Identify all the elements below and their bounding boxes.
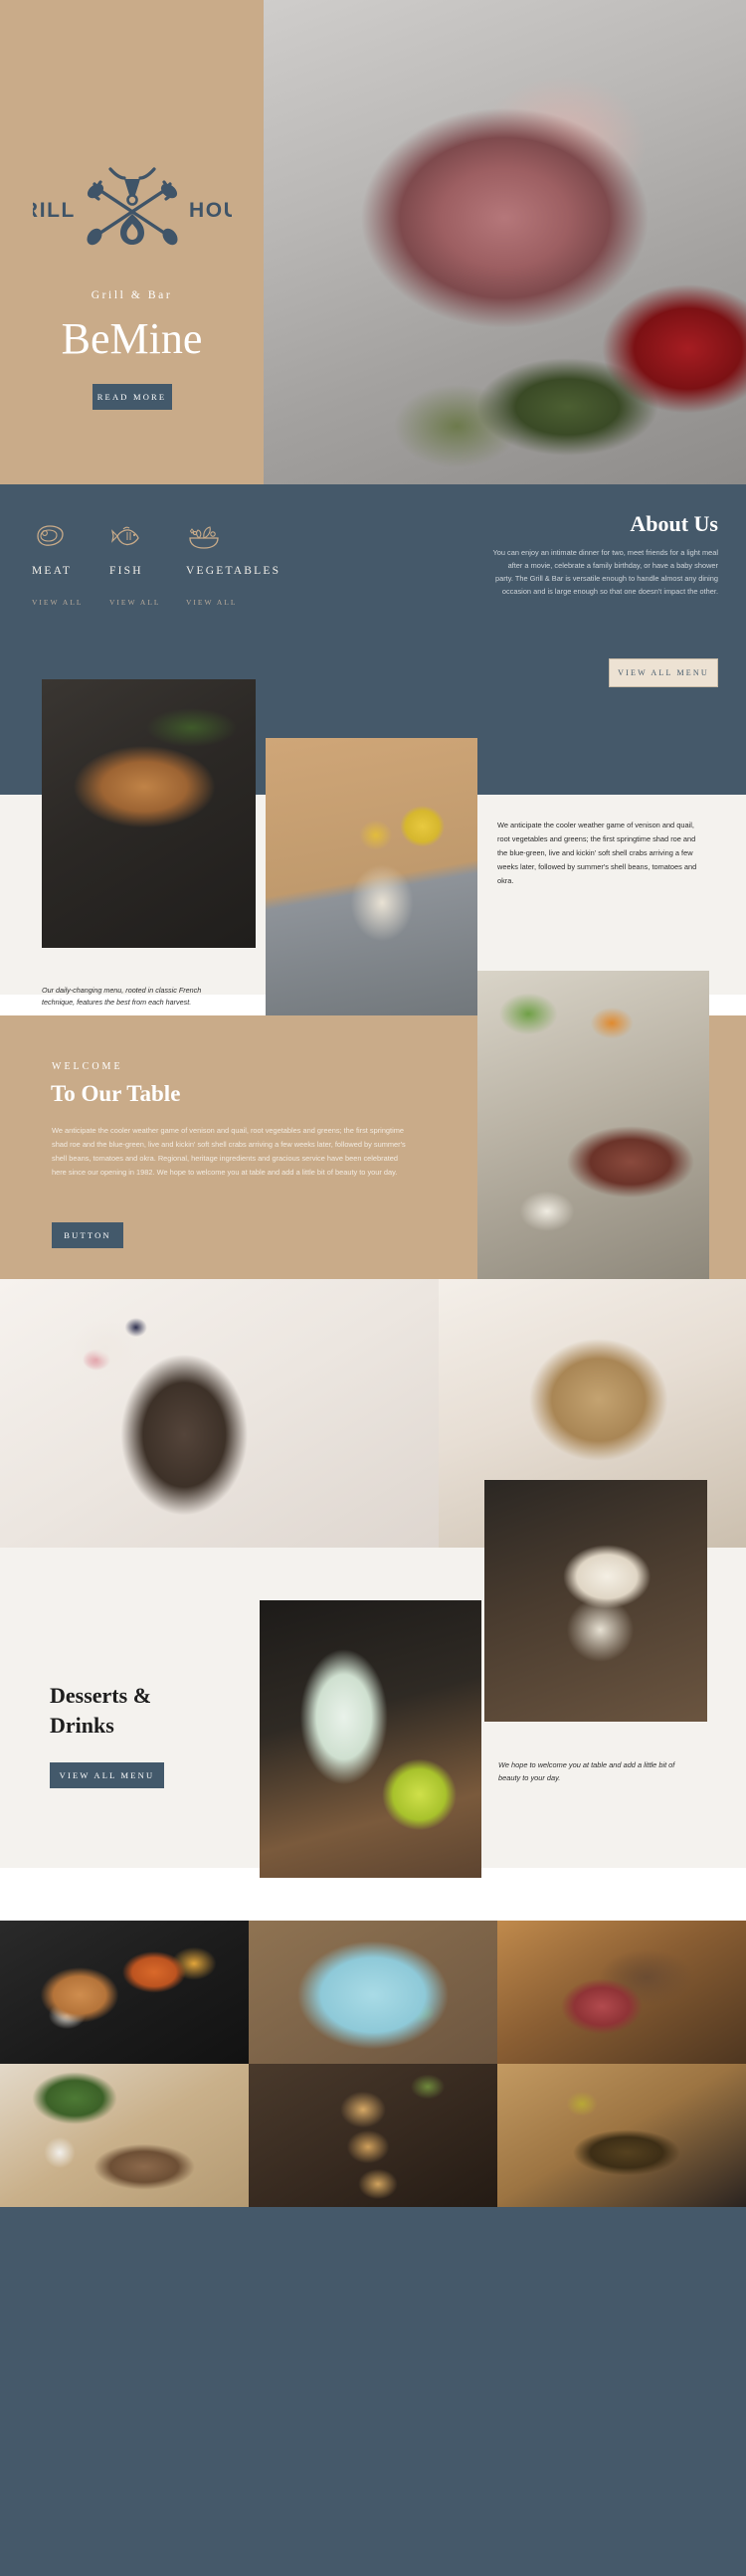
about-body-text: You can enjoy an intimate dinner for two… <box>492 548 719 596</box>
view-all-menu-button[interactable]: VIEW ALL MENU <box>609 658 718 687</box>
hero-subtitle: Grill & Bar <box>91 289 173 301</box>
logo-text-right: HOUSE <box>189 199 232 222</box>
desserts-caption: We hope to welcome you at table and add … <box>498 1760 675 1783</box>
landing-page: GRILL HOUSE Grill & Bar BeMine READ MORE… <box>0 0 746 2576</box>
category-view-all-link[interactable]: VIEW ALL <box>160 598 309 607</box>
gallery-item[interactable] <box>249 1921 497 2064</box>
welcome-body-text: We anticipate the cooler weather game of… <box>52 1126 406 1178</box>
welcome-photo <box>477 971 709 1279</box>
welcome-cta-wrap: BUTTON <box>52 1222 123 1248</box>
about-heading: About Us <box>630 511 718 536</box>
gallery-item[interactable] <box>497 1921 746 2064</box>
strip-photo-steak-eggs <box>0 1279 439 1548</box>
welcome-title: To Our Table <box>51 1081 181 1106</box>
menu-photo-lamb <box>42 679 256 948</box>
desserts-photo-hot-chocolate <box>484 1480 707 1722</box>
menu-caption-2: We anticipate the cooler weather game of… <box>497 821 697 886</box>
desserts-view-all-menu-button[interactable]: VIEW ALL MENU <box>50 1762 164 1788</box>
page-title: BeMine <box>61 314 203 363</box>
salad-bowl-icon <box>160 519 309 553</box>
desserts-title: Desserts & Drinks <box>50 1683 152 1738</box>
desserts-photo-cocktail <box>260 1600 481 1878</box>
gallery-item[interactable] <box>0 2064 249 2207</box>
gallery-item[interactable] <box>497 2064 746 2207</box>
welcome-eyebrow: WELCOME <box>52 1061 123 1072</box>
hero-cta-wrap: READ MORE <box>0 384 264 410</box>
brand-logo[interactable]: GRILL HOUSE <box>0 151 264 256</box>
gallery-item[interactable] <box>249 2064 497 2207</box>
footer: GRILL HOUSE Contact Us 2011 Eleventh Ave… <box>0 2207 746 2576</box>
desserts-cta-wrap: VIEW ALL MENU <box>50 1762 164 1788</box>
category-vegetables[interactable]: VEGETABLES VIEW ALL <box>160 519 309 607</box>
welcome-button[interactable]: BUTTON <box>52 1222 123 1248</box>
gallery-grid <box>0 1921 746 2207</box>
menu-caption-1: Our daily-changing menu, rooted in class… <box>42 986 202 1007</box>
menu-photo-fish <box>266 738 477 1032</box>
logo-text-left: GRILL <box>33 199 76 222</box>
category-label: VEGETABLES <box>186 565 281 577</box>
hero-section: GRILL HOUSE Grill & Bar BeMine READ MORE <box>0 0 746 484</box>
hero-photo <box>264 0 746 484</box>
crossed-forks-bull-flame-icon: GRILL HOUSE <box>33 167 232 246</box>
about-cta-wrap: VIEW ALL MENU <box>609 658 718 687</box>
read-more-button[interactable]: READ MORE <box>92 384 172 410</box>
gallery-item[interactable] <box>0 1921 249 2064</box>
